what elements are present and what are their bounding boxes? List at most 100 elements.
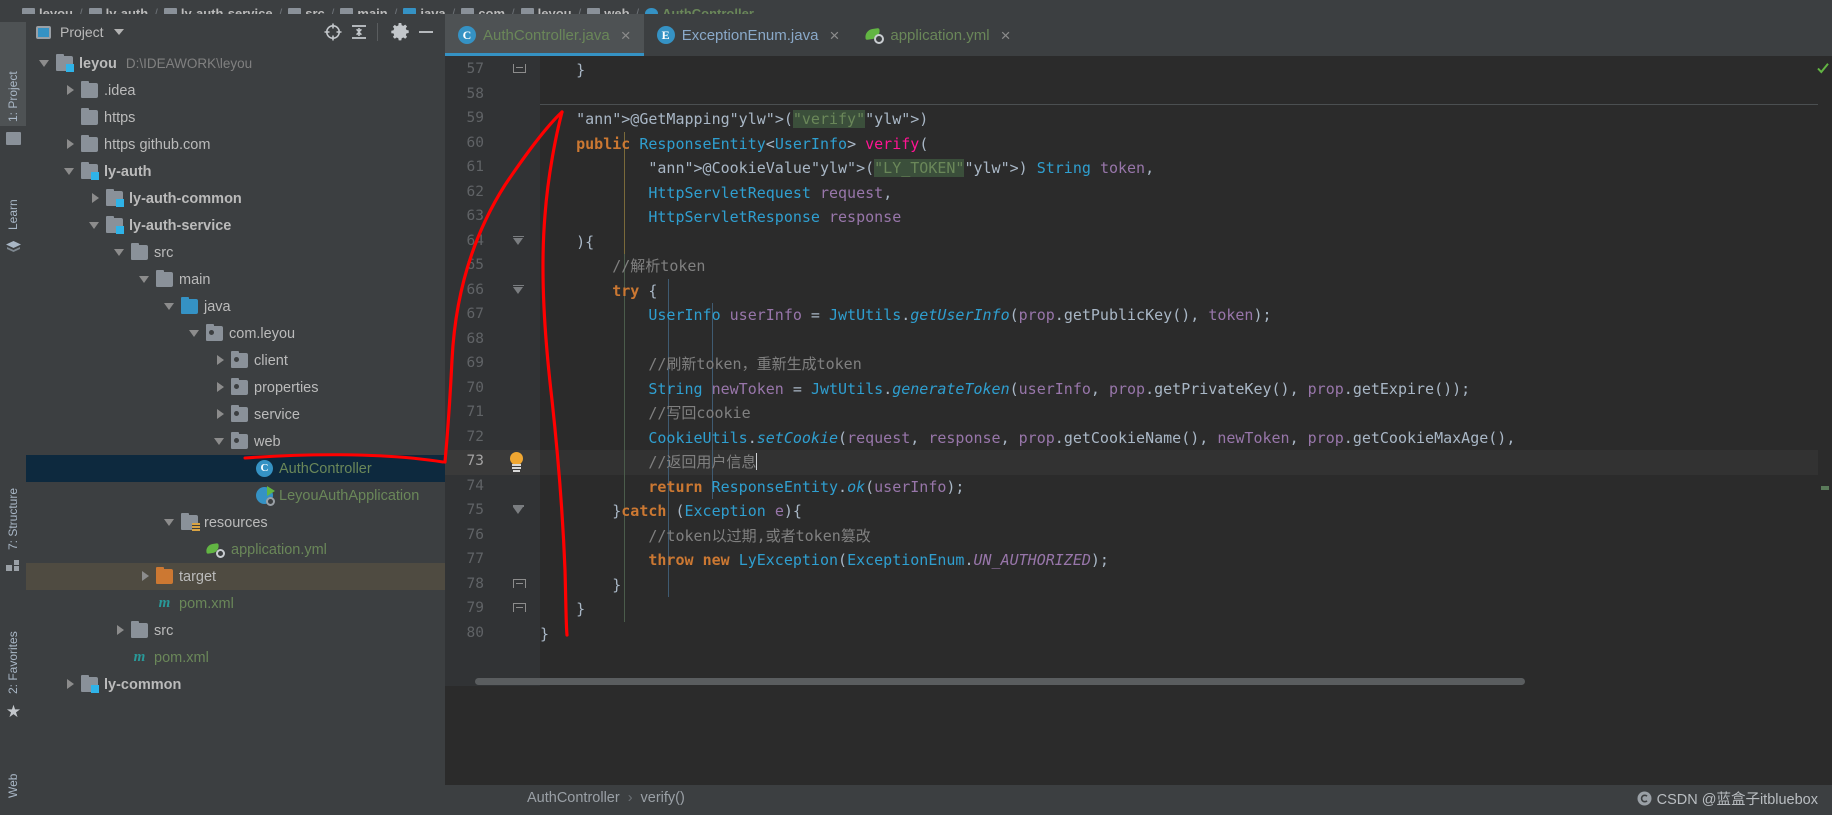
tree-node[interactable]: leyou D:\IDEAWORK\leyou [26, 50, 445, 77]
breadcrumb-class[interactable]: AuthController [527, 790, 620, 806]
tree-node[interactable]: https github.com [26, 131, 445, 158]
code-line[interactable]: } [540, 58, 585, 83]
code-line[interactable]: String newToken = JwtUtils.generateToken… [540, 377, 1470, 402]
code-line[interactable]: } [540, 573, 621, 598]
tree-node[interactable]: m pom.xml [26, 590, 445, 617]
chevron-right-icon[interactable] [115, 625, 126, 636]
tree-node[interactable]: web [26, 428, 445, 455]
sidebar-item-project[interactable]: 1: Project [0, 22, 26, 126]
code-pane[interactable]: } "ann">@GetMapping"ylw">("verify""ylw">… [540, 56, 1832, 686]
horizontal-scrollbar[interactable] [445, 676, 1737, 686]
chevron-right-icon[interactable] [215, 382, 226, 393]
code-line[interactable]: //写回cookie [540, 401, 750, 426]
top-breadcrumb[interactable]: leyou / ly-auth / ly-auth-service / src / main / j… [0, 0, 1832, 14]
sidebar-item-favorites[interactable]: 2: Favorites [0, 586, 26, 698]
tree-node[interactable]: ly-auth-common [26, 185, 445, 212]
sidebar-item-web[interactable]: Web [0, 744, 26, 802]
chevron-right-icon[interactable] [65, 139, 76, 150]
chevron-down-icon[interactable] [64, 166, 76, 177]
fold-marker[interactable] [513, 284, 524, 298]
tree-node[interactable]: LeyouAuthApplication [26, 482, 445, 509]
breadcrumb-item[interactable]: leyou [22, 6, 73, 14]
code-line[interactable]: HttpServletResponse response [540, 205, 901, 230]
tree-node[interactable]: properties [26, 374, 445, 401]
close-icon[interactable]: × [1001, 27, 1011, 44]
scrollbar-thumb[interactable] [475, 678, 1525, 685]
breadcrumb-item[interactable]: web [587, 6, 630, 14]
chevron-right-icon[interactable] [215, 409, 226, 420]
fold-marker[interactable] [513, 578, 526, 588]
breadcrumb-item[interactable]: com [461, 6, 505, 14]
collapse-all-icon[interactable] [348, 21, 370, 43]
locate-icon[interactable] [322, 21, 344, 43]
chevron-down-icon[interactable] [39, 58, 51, 69]
code-line[interactable]: } [540, 597, 585, 622]
tree-node[interactable]: src [26, 239, 445, 266]
tree-node[interactable]: resources [26, 509, 445, 536]
chevron-down-icon[interactable] [114, 247, 126, 258]
code-line[interactable]: } [540, 622, 549, 647]
editor-tab[interactable]: E ExceptionEnum.java × [644, 14, 853, 56]
close-icon[interactable]: × [621, 27, 631, 44]
code-line[interactable]: "ann">@CookieValue"ylw">("LY_TOKEN""ylw"… [540, 156, 1154, 181]
code-line[interactable]: throw new LyException(ExceptionEnum.UN_A… [540, 548, 1109, 573]
chevron-down-icon[interactable] [164, 517, 176, 528]
tree-node[interactable]: src [26, 617, 445, 644]
code-line[interactable]: //刷新token，重新生成token [540, 352, 861, 377]
tree-node[interactable]: https [26, 104, 445, 131]
chevron-right-icon[interactable] [90, 193, 101, 204]
code-line[interactable]: try { [540, 279, 657, 304]
chevron-right-icon[interactable] [65, 679, 76, 690]
code-line[interactable]: UserInfo userInfo = JwtUtils.getUserInfo… [540, 303, 1271, 328]
tree-node[interactable]: m pom.xml [26, 644, 445, 671]
breadcrumb-item[interactable]: AuthController [645, 6, 754, 14]
code-line[interactable]: }catch (Exception e){ [540, 499, 802, 524]
code-line[interactable]: //解析token [540, 254, 705, 279]
breadcrumb-item[interactable]: main [340, 6, 388, 14]
code-line[interactable]: public ResponseEntity<UserInfo> verify( [540, 132, 928, 157]
code-line[interactable]: return ResponseEntity.ok(userInfo); [540, 475, 964, 500]
chevron-right-icon[interactable] [65, 85, 76, 96]
chevron-down-icon[interactable] [113, 29, 124, 35]
breadcrumb-item[interactable]: leyou [520, 6, 572, 14]
tree-node[interactable]: service [26, 401, 445, 428]
breadcrumb[interactable]: AuthController › verify() [527, 790, 685, 806]
tree-node[interactable]: application.yml [26, 536, 445, 563]
editor-gutter[interactable]: 57 58 59 60 61 62 63 64 65 66 67 68 69 70 71 72 73 74 75 76… [445, 56, 540, 686]
code-area[interactable]: 57 58 59 60 61 62 63 64 65 66 67 68 69 70 71 72 73 74 75 76… [445, 56, 1832, 686]
code-line[interactable]: HttpServletRequest request, [540, 181, 892, 206]
editor-tab-bar[interactable]: C AuthController.java × E ExceptionEnum.java… [445, 14, 1832, 56]
tree-node[interactable]: ly-auth-service [26, 212, 445, 239]
tree-node[interactable]: main [26, 266, 445, 293]
fold-marker[interactable] [513, 64, 526, 73]
breadcrumb-item[interactable]: java [403, 6, 446, 14]
breadcrumb-item[interactable]: ly-auth [88, 6, 148, 14]
fold-marker[interactable] [513, 603, 526, 612]
breadcrumb-item[interactable]: ly-auth-service [163, 6, 273, 14]
sidebar-item-structure[interactable]: 7: Structure [0, 444, 26, 554]
tree-node[interactable]: java [26, 293, 445, 320]
chevron-down-icon[interactable] [139, 274, 151, 285]
tree-node-selected[interactable]: C AuthController [26, 455, 445, 482]
chevron-down-icon[interactable] [164, 301, 176, 312]
fold-marker[interactable] [513, 505, 524, 518]
marker-bar[interactable] [1817, 56, 1832, 686]
tree-node[interactable]: client [26, 347, 445, 374]
tree-node[interactable]: .idea [26, 77, 445, 104]
editor-tab[interactable]: application.yml × [852, 14, 1023, 56]
hide-icon[interactable] [415, 21, 437, 43]
chevron-down-icon[interactable] [189, 328, 201, 339]
tree-node[interactable]: ly-auth [26, 158, 445, 185]
settings-gear-icon[interactable] [389, 21, 411, 43]
tree-node[interactable]: target [26, 563, 445, 590]
breadcrumb-item[interactable]: src [288, 6, 325, 14]
intention-bulb-icon[interactable] [507, 452, 527, 474]
code-line[interactable]: ){ [540, 230, 594, 255]
tree-node[interactable]: com.leyou [26, 320, 445, 347]
code-line[interactable]: "ann">@GetMapping"ylw">("verify""ylw">) [540, 107, 928, 132]
breadcrumb-method[interactable]: verify() [641, 790, 685, 806]
code-line[interactable]: //token以过期,或者token篡改 [540, 524, 870, 549]
editor-tab[interactable]: C AuthController.java × [445, 14, 644, 56]
marker-stripe[interactable] [1821, 486, 1829, 490]
chevron-right-icon[interactable] [140, 571, 151, 582]
